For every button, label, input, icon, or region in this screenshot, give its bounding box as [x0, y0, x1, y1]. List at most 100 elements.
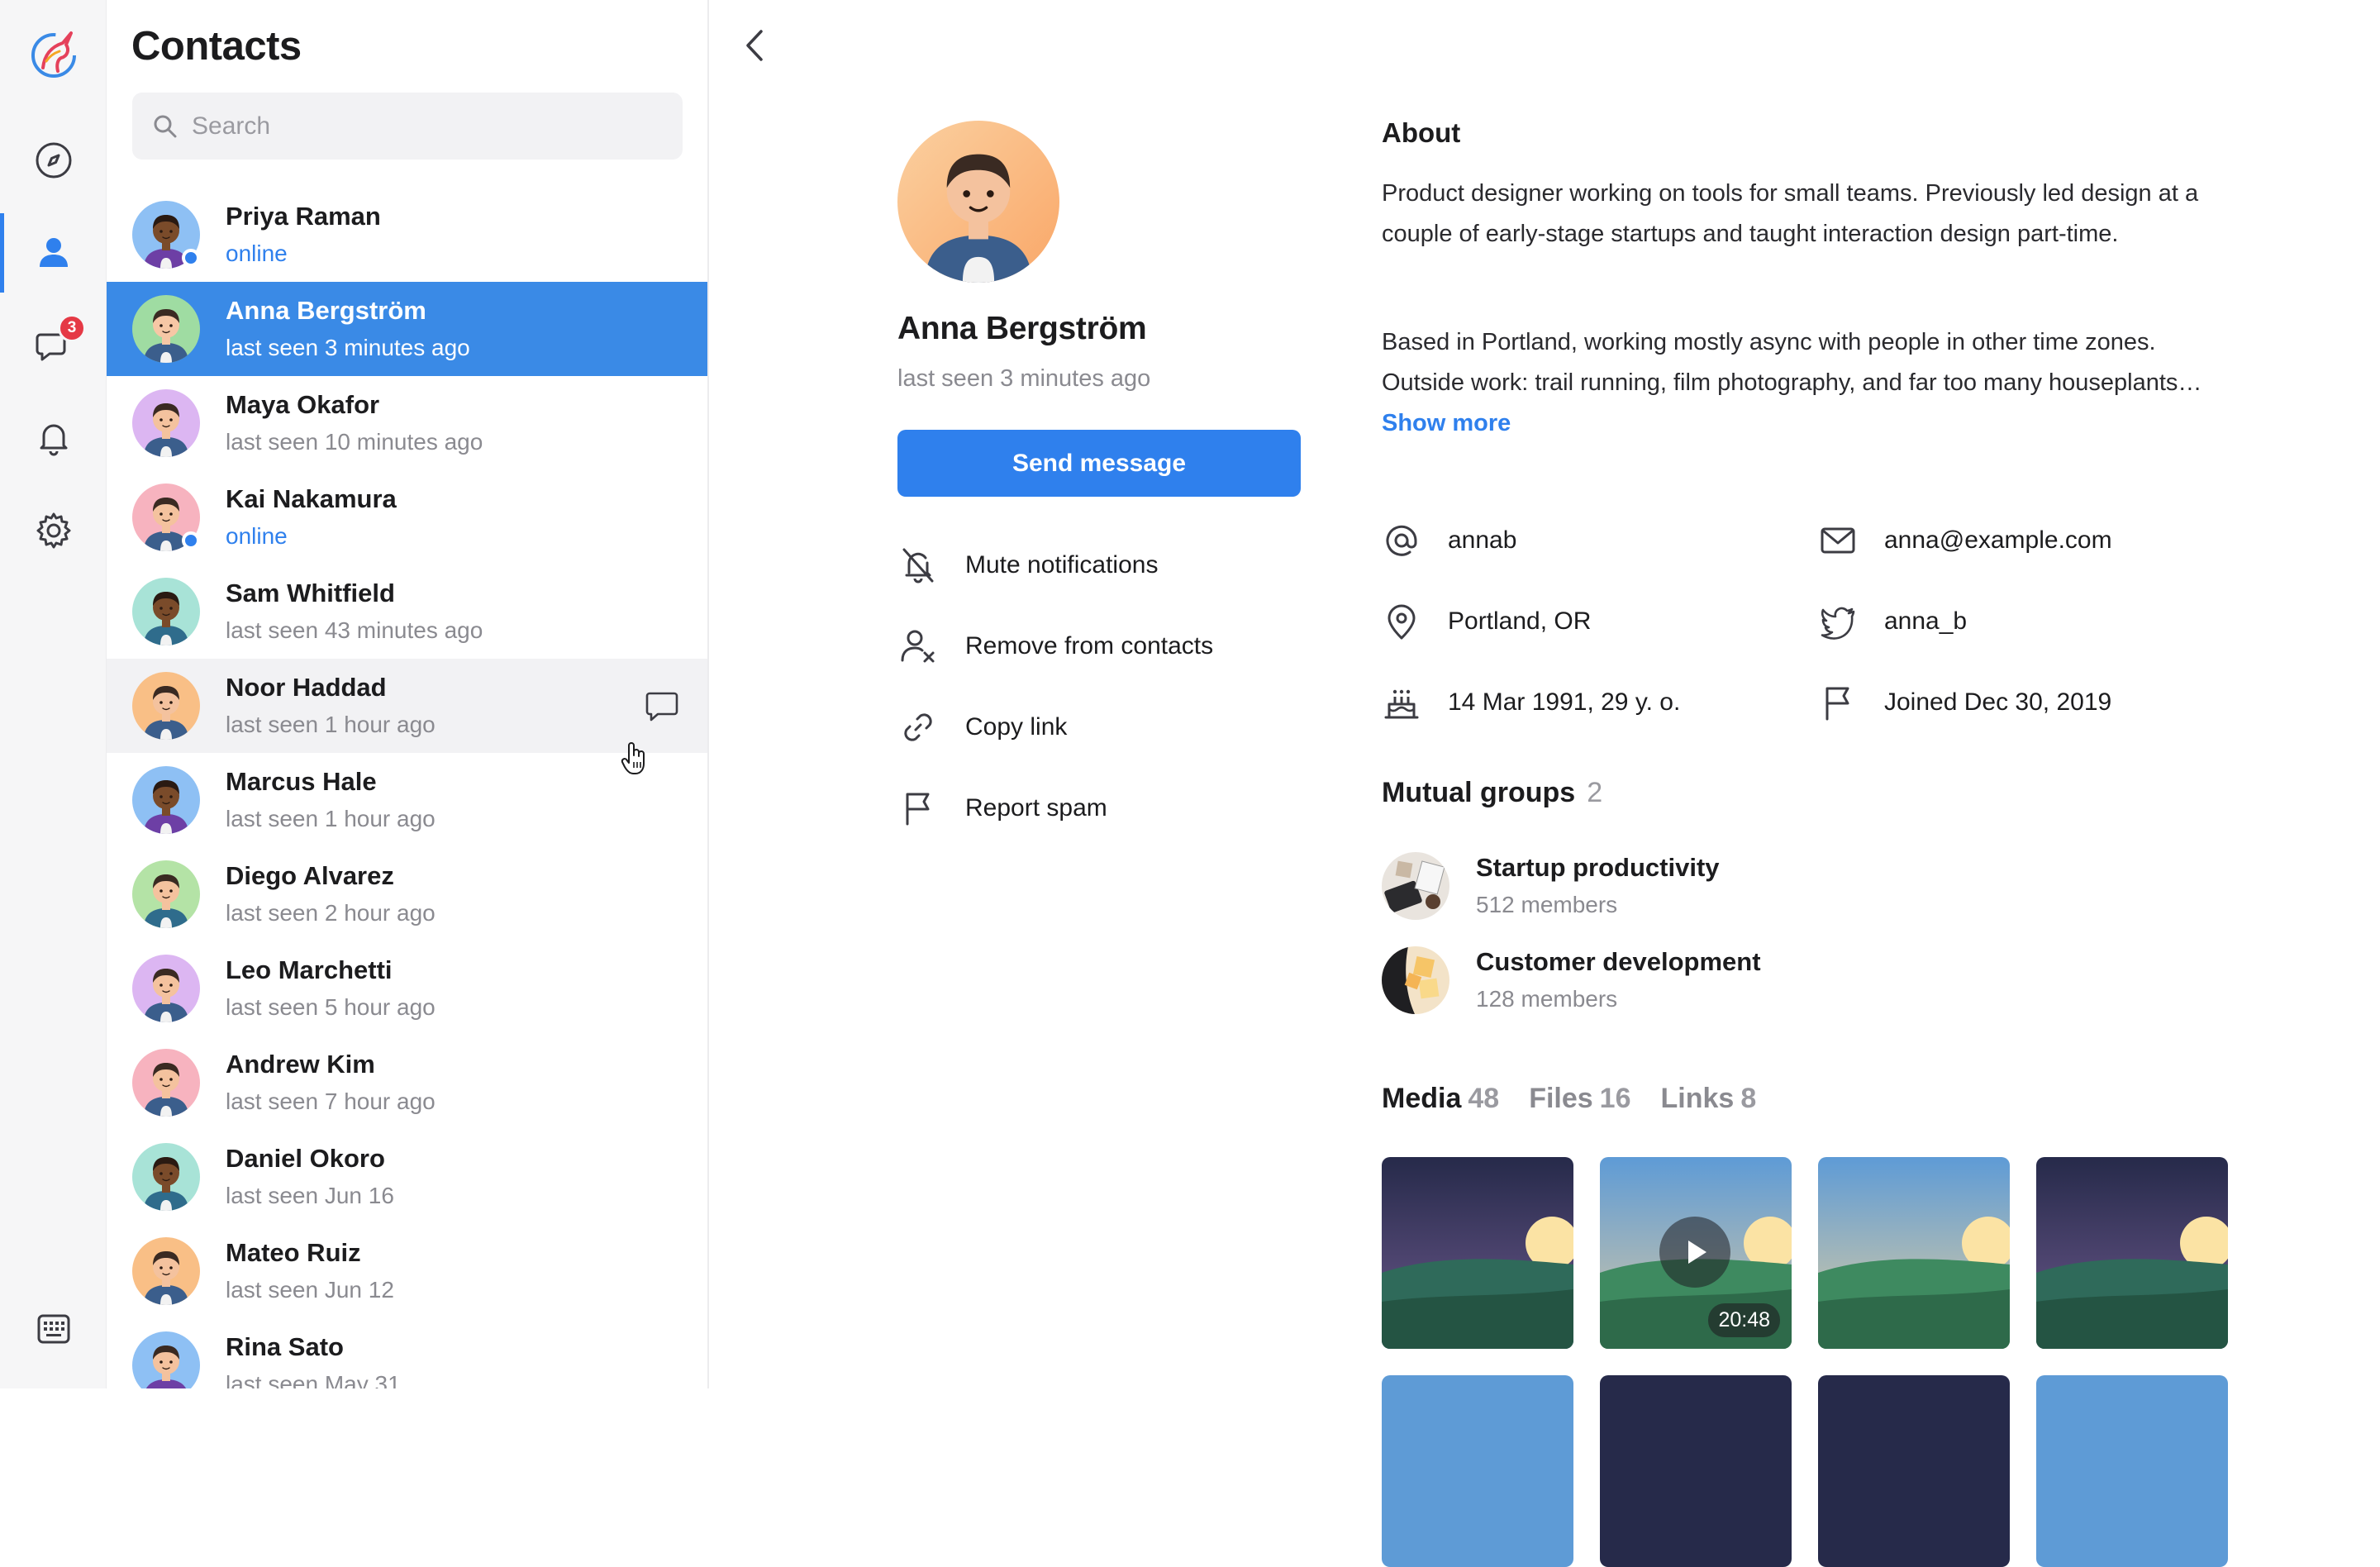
- report-spam-action[interactable]: Report spam: [897, 768, 1311, 849]
- unicorn-logo-icon[interactable]: [28, 28, 79, 79]
- contact-text: Noor Haddad last seen 1 hour ago: [226, 671, 436, 741]
- group-name: Startup productivity: [1476, 852, 1720, 882]
- contact-row[interactable]: Rina Sato last seen May 31: [107, 1318, 707, 1388]
- contact-text: Andrew Kim last seen 7 hour ago: [226, 1048, 436, 1118]
- search-box[interactable]: [132, 93, 683, 160]
- nav-chats[interactable]: [0, 306, 107, 385]
- contact-name: Priya Raman: [226, 201, 381, 231]
- avatar-illustration: [132, 766, 200, 834]
- mute-notifications-action[interactable]: Mute notifications: [897, 525, 1311, 606]
- avatar-illustration: [132, 672, 200, 740]
- copy-link-action[interactable]: Copy link: [897, 687, 1311, 768]
- contact-row[interactable]: Leo Marchetti last seen 5 hour ago: [107, 941, 707, 1036]
- contact-row[interactable]: Noor Haddad last seen 1 hour ago: [107, 659, 707, 753]
- contact-row[interactable]: Priya Raman online: [107, 188, 707, 282]
- tab-files-count: 16: [1599, 1083, 1631, 1114]
- nav-keyboard-shortcuts[interactable]: [0, 1289, 107, 1369]
- media-tile[interactable]: [1382, 1375, 1573, 1567]
- media-tile[interactable]: [1600, 1375, 1792, 1567]
- search-icon: [154, 115, 177, 137]
- contact-row[interactable]: Kai Nakamura online: [107, 470, 707, 564]
- link-icon: [904, 713, 932, 741]
- contact-text: Marcus Hale last seen 1 hour ago: [226, 765, 436, 836]
- message-contact-button[interactable]: [640, 683, 684, 728]
- media-tile[interactable]: [1382, 1157, 1573, 1349]
- person-icon: [39, 238, 68, 267]
- avatar: [132, 1143, 200, 1211]
- avatar-illustration: [132, 860, 200, 928]
- media-tile[interactable]: [2036, 1157, 2228, 1349]
- contact-text: Sam Whitfield last seen 43 minutes ago: [226, 577, 483, 647]
- show-more-link[interactable]: Show more: [1382, 410, 1511, 436]
- send-message-button[interactable]: Send message: [897, 430, 1301, 497]
- group-text: Startup productivity 512 members: [1476, 851, 1720, 922]
- group-members: 512 members: [1476, 891, 1618, 917]
- info-email[interactable]: anna@example.com: [1818, 500, 2241, 581]
- landscape-day-image: [2036, 1375, 2228, 1567]
- group-item[interactable]: Startup productivity 512 members: [1382, 839, 1761, 933]
- nav-explore[interactable]: [0, 121, 107, 200]
- info-location[interactable]: Portland, OR: [1382, 581, 1818, 662]
- online-indicator: [182, 249, 200, 267]
- contact-name: Daniel Okoro: [226, 1143, 385, 1173]
- media-tile[interactable]: [1818, 1375, 2010, 1567]
- contacts-title: Contacts: [131, 24, 302, 69]
- group-photo-workspace: [1382, 852, 1449, 920]
- contact-row[interactable]: Diego Alvarez last seen 2 hour ago: [107, 847, 707, 941]
- avatar: [132, 672, 200, 740]
- info-twitter[interactable]: anna_b: [1818, 581, 2241, 662]
- landscape-night-image: [1382, 1157, 1573, 1349]
- info-username[interactable]: annab: [1382, 500, 1818, 581]
- group-thumbnail: [1382, 946, 1449, 1014]
- contact-row[interactable]: Mateo Ruiz last seen Jun 12: [107, 1224, 707, 1318]
- remove-contact-action[interactable]: Remove from contacts: [897, 606, 1311, 687]
- contact-name: Kai Nakamura: [226, 483, 397, 513]
- contact-row[interactable]: Maya Okafor last seen 10 minutes ago: [107, 376, 707, 470]
- group-item[interactable]: Customer development 128 members: [1382, 933, 1761, 1027]
- location-pin-icon: [1388, 604, 1416, 640]
- avatar: [132, 955, 200, 1022]
- contact-text: Daniel Okoro last seen Jun 16: [226, 1142, 394, 1212]
- remove-contact-label: Remove from contacts: [965, 632, 1214, 660]
- media-tile[interactable]: [2036, 1375, 2228, 1567]
- nav-notifications[interactable]: [0, 398, 107, 478]
- contact-info-grid: annab anna@example.com Portland, OR anna…: [1382, 500, 2241, 743]
- landscape-night-image: [1818, 1375, 2010, 1567]
- tab-links-label: Links: [1660, 1083, 1735, 1114]
- search-input[interactable]: [192, 112, 671, 141]
- avatar: [132, 295, 200, 363]
- contact-row[interactable]: Marcus Hale last seen 1 hour ago: [107, 753, 707, 847]
- tab-files[interactable]: Files 16: [1529, 1083, 1630, 1115]
- contact-row[interactable]: Andrew Kim last seen 7 hour ago: [107, 1036, 707, 1130]
- contact-status: online: [226, 522, 288, 549]
- chat-unread-badge: 3: [58, 314, 86, 342]
- nav-settings[interactable]: [0, 491, 107, 570]
- back-chevron-icon[interactable]: [735, 25, 777, 66]
- contact-row[interactable]: Daniel Okoro last seen Jun 16: [107, 1130, 707, 1224]
- tab-media[interactable]: Media 48: [1382, 1083, 1499, 1115]
- contact-status: last seen Jun 12: [226, 1276, 394, 1303]
- group-text: Customer development 128 members: [1476, 945, 1761, 1016]
- mutual-groups-list: Startup productivity 512 members Custome…: [1382, 839, 1761, 1027]
- play-button[interactable]: [1659, 1217, 1730, 1288]
- avatar: [132, 1331, 200, 1388]
- landscape-night-image: [2036, 1157, 2228, 1349]
- media-tile[interactable]: [1818, 1157, 2010, 1349]
- media-grid: 20:48: [1382, 1157, 2228, 1567]
- shared-content-tabs: Media 48 Files 16 Links 8: [1382, 1083, 1756, 1115]
- profile-panel: Anna Bergström last seen 3 minutes ago S…: [709, 0, 2380, 1567]
- contact-row[interactable]: Sam Whitfield last seen 43 minutes ago: [107, 564, 707, 659]
- avatar-illustration: [132, 578, 200, 645]
- info-birthday: 14 Mar 1991, 29 y. o.: [1382, 662, 1818, 743]
- media-tile-video[interactable]: 20:48: [1600, 1157, 1792, 1349]
- contact-status: last seen 1 hour ago: [226, 711, 436, 737]
- avatar-illustration: [132, 295, 200, 363]
- avatar-illustration: [132, 1143, 200, 1211]
- group-members: 128 members: [1476, 985, 1618, 1012]
- contact-row[interactable]: Anna Bergström last seen 3 minutes ago: [107, 282, 707, 376]
- contact-status: last seen Jun 16: [226, 1182, 394, 1208]
- tab-media-label: Media: [1382, 1083, 1462, 1114]
- tab-links[interactable]: Links 8: [1661, 1083, 1757, 1115]
- app-window: 3 Contacts Priya Raman online Anna Bergstr…: [0, 0, 2380, 1567]
- nav-contacts[interactable]: [0, 213, 107, 293]
